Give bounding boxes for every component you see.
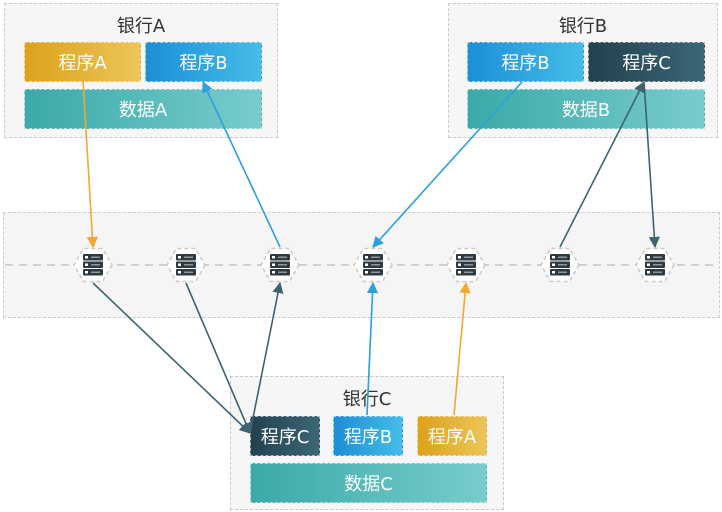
server-node-icon	[166, 247, 206, 283]
connection-arrow	[92, 282, 251, 434]
connection-arrow	[249, 281, 284, 434]
connection-arrow	[372, 81, 523, 248]
server-node-icon	[73, 247, 113, 283]
connection-arrow	[559, 81, 645, 248]
server-node-icon	[446, 247, 486, 283]
server-node-icon	[353, 247, 393, 283]
connection-arrow	[82, 79, 98, 249]
server-node-icon	[635, 247, 675, 283]
connection-arrow	[366, 281, 379, 416]
connection-arrow	[202, 80, 281, 248]
server-node-icon	[260, 247, 300, 283]
connection-arrow	[453, 281, 471, 416]
connection-arrow	[643, 81, 660, 249]
server-node-icon	[540, 247, 580, 283]
connection-arrow	[185, 282, 252, 435]
connection-overlay	[5, 79, 718, 435]
